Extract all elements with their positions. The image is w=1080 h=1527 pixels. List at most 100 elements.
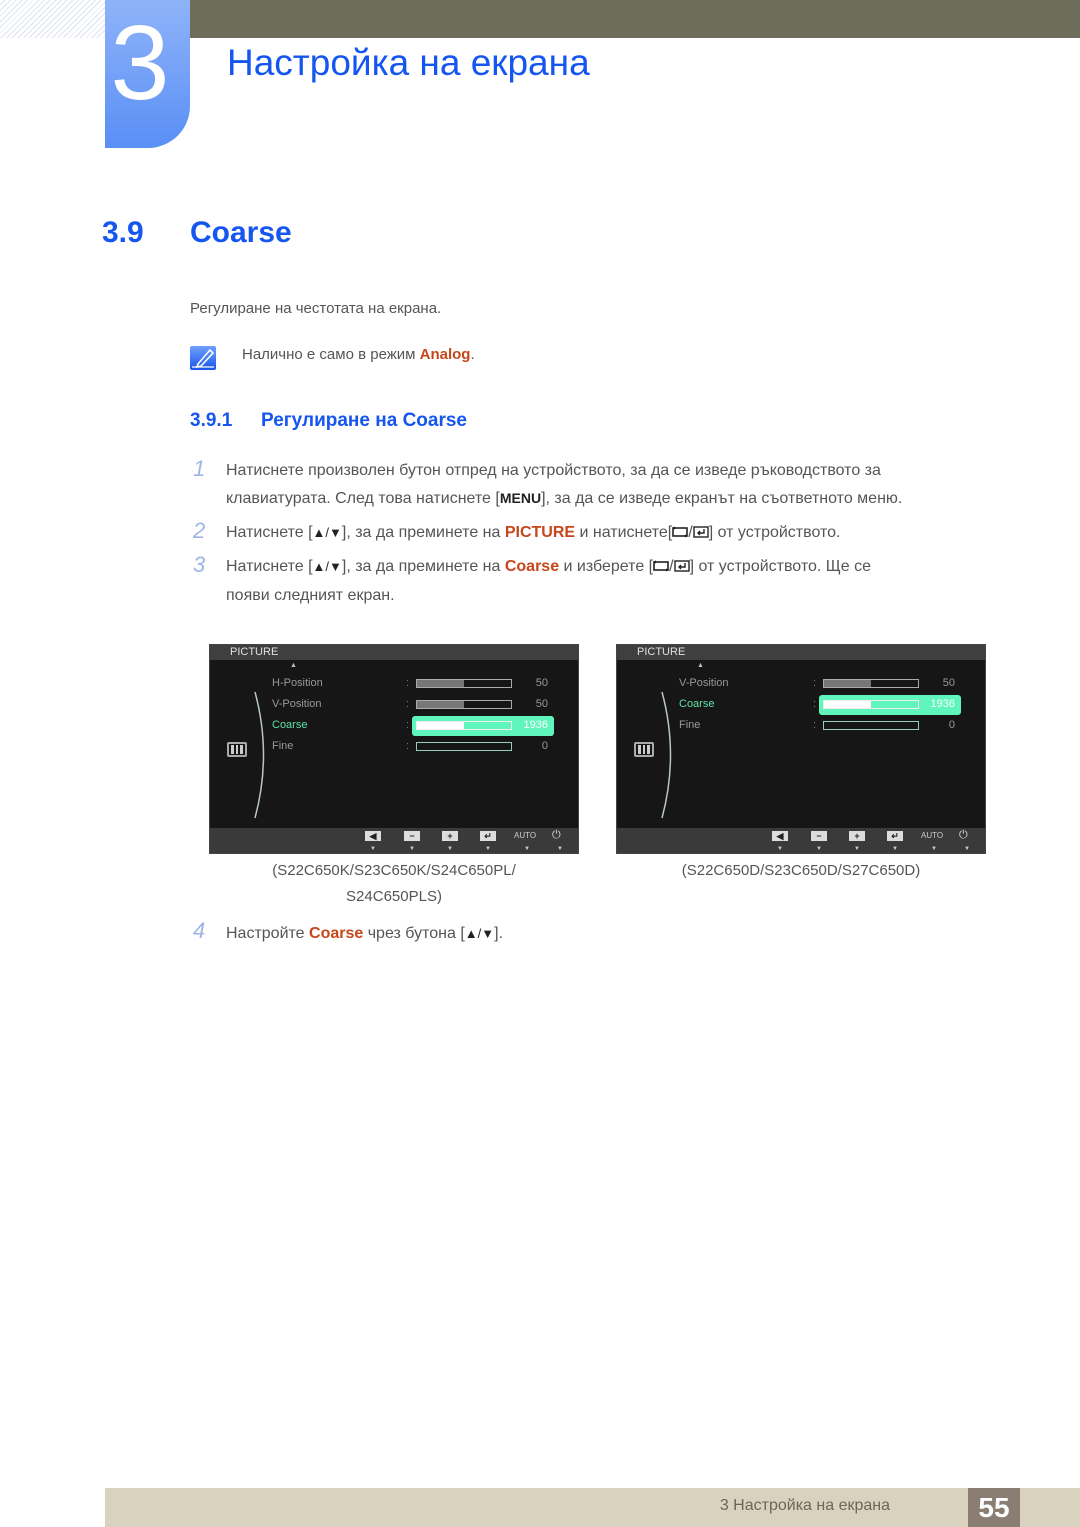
osd-row-fine: Fine: 0 [679, 717, 984, 735]
osd-button-indicator-icon: ▼ [557, 846, 563, 852]
osd-button-indicator-icon: ▼ [370, 846, 376, 852]
osd-slider [416, 679, 512, 688]
note-pencil-icon [190, 346, 216, 370]
osd-row-value: 1936 [523, 719, 548, 731]
subsection-number: 3.9.1 [190, 410, 233, 431]
step-1-line-1: Натиснете произволен бутон отпред на уст… [226, 462, 881, 479]
osd-row-colon: : [813, 677, 817, 689]
osd-2-caption: (S22C650D/S23C650D/S27C650D) [681, 862, 921, 879]
osd-row-value: 50 [535, 698, 548, 710]
power-button-icon: ⏻ [552, 829, 561, 841]
enter-button-icon: ↵ [887, 831, 903, 841]
osd-row-coarse: Coarse: 1936 [679, 695, 984, 715]
step-number-1: 1 [193, 456, 206, 481]
osd-slider-fill [417, 722, 464, 729]
osd-slider [823, 721, 919, 730]
osd-slider [416, 700, 512, 709]
minus-button-icon: − [404, 831, 420, 841]
osd-scroll-up-icon: ▲ [697, 662, 704, 669]
left-button-icon: ◀ [365, 831, 381, 841]
step-4-line: Настройте Coarse чрез бутона [▲/▼]. [226, 925, 504, 942]
osd-row-coarse: Coarse: 1936 [272, 716, 577, 736]
picture-highlight: PICTURE [504, 524, 576, 541]
osd-row-colon: : [406, 677, 410, 689]
osd-button-indicator-icon: ▼ [777, 846, 783, 852]
picture-menu-icon [634, 742, 654, 757]
enter-button-icon [693, 526, 709, 538]
section-description: Регулиране на честотата на екрана. [190, 300, 442, 317]
osd-menu-title: PICTURE [617, 645, 985, 660]
osd-slider-fill [824, 680, 871, 687]
osd-row-value: 50 [535, 677, 548, 689]
osd-screen-2: PICTURE ▲ V-Position: 50 Coarse: 1936 Fine: 0… [616, 644, 986, 854]
header-bar [190, 0, 1080, 38]
osd-row-colon: : [406, 698, 410, 710]
step-3-line-2: появи следният екран. [226, 587, 395, 604]
chapter-number: 3 [110, 4, 170, 122]
osd-button-indicator-icon: ▼ [892, 846, 898, 852]
osd-screen-1: PICTURE ▲ H-Position: 50 V-Position: 50 Coar… [209, 644, 579, 854]
section-number: 3.9 [102, 216, 144, 249]
osd-row-colon: : [813, 698, 817, 710]
osd-row-value: 0 [948, 719, 955, 731]
osd-button-indicator-icon: ▼ [964, 846, 970, 852]
osd-button-indicator-icon: ▼ [816, 846, 822, 852]
osd-button-indicator-icon: ▼ [447, 846, 453, 852]
osd-button-bar: ◀ ▼ − ▼ + ▼ ↵ ▼ AUTO ▼ ⏻ ▼ [617, 828, 985, 853]
osd-1-caption-line-1: (S22C650K/S23C650K/S24C650PL/ [272, 862, 516, 879]
source-button-icon [653, 560, 670, 572]
coarse-highlight: Coarse [504, 558, 560, 575]
osd-scroll-up-icon: ▲ [290, 662, 297, 669]
osd-button-indicator-icon: ▼ [485, 846, 491, 852]
subsection-title: Регулиране на Coarse [261, 410, 467, 431]
osd-row-label: V-Position [679, 677, 729, 689]
osd-slider [823, 679, 919, 688]
analog-highlight: Analog [419, 346, 471, 363]
osd-row-label: V-Position [272, 698, 322, 710]
osd-slider [823, 700, 919, 709]
osd-row-label: Fine [679, 719, 701, 731]
header-hatch-decoration [0, 0, 105, 38]
chapter-title: Настройка на екрана [227, 42, 590, 83]
osd-button-indicator-icon: ▼ [524, 846, 530, 852]
osd-button-indicator-icon: ▼ [854, 846, 860, 852]
osd-row-label: Coarse [679, 698, 715, 710]
page-footer: 3 Настройка на екрана [105, 1488, 1020, 1527]
step-3-line-1: Натиснете [▲/▼], за да преминете на Coar… [226, 558, 872, 575]
up-down-arrows-icon: ▲/▼ [312, 525, 342, 540]
enter-button-icon: ↵ [480, 831, 496, 841]
plus-button-icon: + [442, 831, 458, 841]
osd-row-value: 1936 [930, 698, 955, 710]
section-title: Coarse [190, 216, 292, 249]
footer-right-strip [1020, 1488, 1080, 1527]
osd-slider-fill [824, 701, 871, 708]
osd-row-label: Coarse [272, 719, 308, 731]
auto-button: AUTO [514, 831, 537, 840]
step-number-4: 4 [193, 918, 206, 943]
step-1-line-2: клавиатурата. След това натиснете [MENU]… [226, 490, 903, 507]
plus-button-icon: + [849, 831, 865, 841]
osd-row-colon: : [406, 719, 410, 731]
up-down-arrows-icon: ▲/▼ [464, 926, 495, 941]
osd-slider [416, 742, 512, 751]
step-2-line: Натиснете [▲/▼], за да преминете на PICT… [226, 524, 841, 541]
osd-row-label: H-Position [272, 677, 323, 689]
minus-button-icon: − [811, 831, 827, 841]
osd-row-value: 0 [541, 740, 548, 752]
footer-chapter-label: 3 Настройка на екрана [719, 1497, 890, 1514]
osd-button-indicator-icon: ▼ [409, 846, 415, 852]
source-button-icon [672, 526, 689, 538]
power-button-icon: ⏻ [959, 829, 968, 841]
osd-row-v-position: V-Position: 50 [679, 675, 984, 693]
osd-button-bar: ◀ ▼ − ▼ + ▼ ↵ ▼ AUTO ▼ ⏻ ▼ [210, 828, 578, 853]
page-number: 55 [968, 1488, 1020, 1527]
osd-slider-fill [417, 701, 464, 708]
enter-button-icon [673, 560, 690, 572]
osd-row-v-position: V-Position: 50 [272, 696, 577, 714]
osd-row-value: 50 [942, 677, 955, 689]
auto-button: AUTO [921, 831, 944, 840]
step-number-2: 2 [193, 518, 206, 543]
osd-1-caption-line-2: S24C650PLS) [346, 888, 442, 905]
osd-row-label: Fine [272, 740, 294, 752]
osd-row-h-position: H-Position: 50 [272, 675, 577, 693]
